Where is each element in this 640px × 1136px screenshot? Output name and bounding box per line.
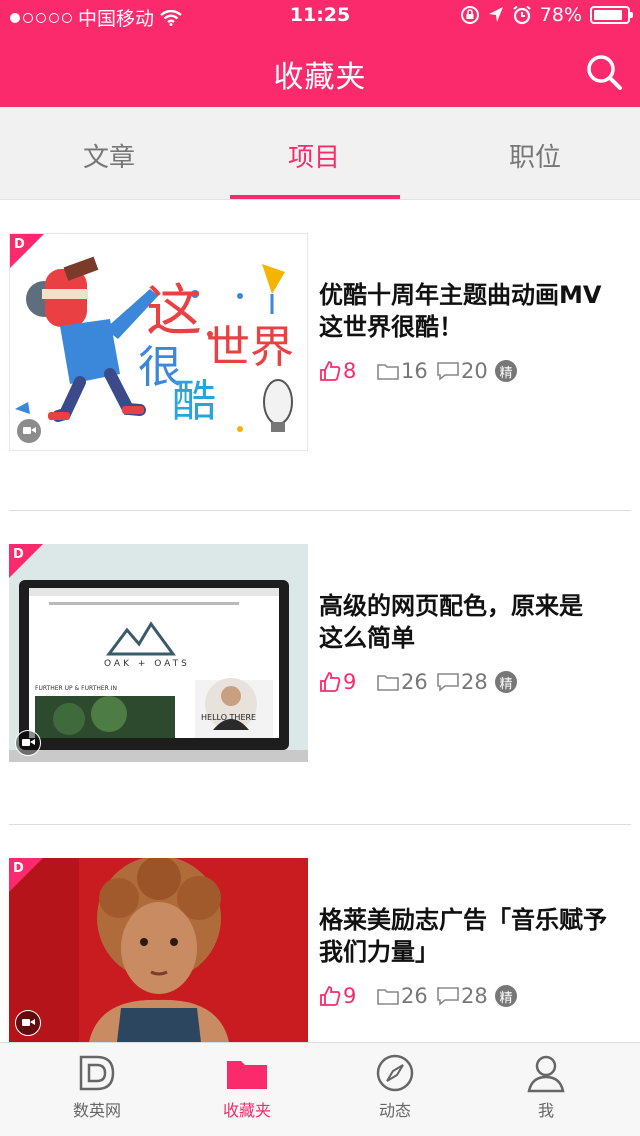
tab-projects[interactable]: 项目 [288,137,340,174]
item-title[interactable]: 格莱美励志广告「音乐赋予 我们力量」 [319,904,637,968]
item-stats: 8 16 20 精 [319,359,517,383]
nav-item-activity[interactable]: 动态 [335,1053,455,1121]
divider [9,510,631,511]
featured-badge: 精 [495,671,517,693]
tab-bar: 文章 项目 职位 [0,107,640,200]
folder-icon [377,364,399,380]
thumb-text: OAK + OATS [104,659,190,669]
comment-count: 28 [437,670,495,694]
item-thumbnail[interactable]: 这 世界 很 酷 D [9,233,308,451]
laptop-screenshot: OAK + OATS FURTHER UP & FURTHER IN HELLO… [9,544,308,762]
favorite-count: 26 [377,670,437,694]
page-title: 收藏夹 [273,60,367,95]
app-header: 中国移动 11:25 78% 收藏夹 [0,0,640,107]
video-icon [16,418,42,444]
featured-badge: 精 [495,985,517,1007]
battery-icon [590,6,633,24]
cartoon-illustration: 这 世界 很 酷 [15,256,294,432]
status-bar: 中国移动 11:25 78% [0,0,640,32]
thumb-text: 酷 [172,376,216,427]
like-count[interactable]: 8 [319,359,377,383]
compass-icon [376,1054,414,1092]
thumb-text: 这 [146,279,202,344]
active-tab-indicator [230,195,400,199]
alarm-icon [513,5,531,25]
comment-icon [437,362,459,381]
divider [9,824,631,825]
location-icon [488,7,503,22]
comment-icon [437,673,459,692]
thumbs-up-icon [320,672,341,692]
item-title[interactable]: 高级的网页配色，原来是 这么简单 [319,590,637,654]
d-logo-icon [79,1055,115,1091]
thumb-text: 世界 [206,322,294,373]
nav-item-favorites[interactable]: 收藏夹 [187,1053,307,1121]
video-icon [15,730,41,756]
favorite-count: 16 [377,359,437,383]
bottom-nav: 数英网 收藏夹 动态 我 [0,1042,640,1136]
thumb-text: FURTHER UP & FURTHER IN [35,685,117,692]
favorite-count: 26 [377,984,437,1008]
rotation-lock-icon [460,6,479,24]
folder-icon [227,1061,267,1089]
child-photo [9,858,308,1042]
folder-icon [377,989,399,1005]
d-logo-icon: D [14,237,25,252]
search-icon[interactable] [584,52,624,92]
d-logo-icon: D [13,861,24,876]
d-logo-icon: D [13,547,24,562]
comment-icon [437,987,459,1006]
battery-percent: 78% [539,4,582,26]
like-count[interactable]: 9 [319,984,377,1008]
featured-badge: 精 [495,360,517,382]
item-title[interactable]: 优酷十周年主题曲动画MV 这世界很酷！ [319,279,637,343]
video-icon [15,1010,41,1036]
thumb-text: HELLO THERE [201,713,256,722]
item-thumbnail[interactable]: D [9,858,308,1042]
thumbs-up-icon [320,986,341,1006]
like-count[interactable]: 9 [319,670,377,694]
tab-articles[interactable]: 文章 [83,137,135,174]
folder-icon [377,675,399,691]
comment-count: 20 [437,359,495,383]
tab-jobs[interactable]: 职位 [509,137,561,174]
user-icon [527,1055,565,1093]
comment-count: 28 [437,984,495,1008]
item-thumbnail[interactable]: OAK + OATS FURTHER UP & FURTHER IN HELLO… [9,544,308,762]
nav-item-me[interactable]: 我 [486,1053,606,1121]
list-item[interactable]: OAK + OATS FURTHER UP & FURTHER IN HELLO… [9,544,632,772]
item-stats: 9 26 28 精 [319,670,517,694]
thumbs-up-icon [320,361,341,381]
item-stats: 9 26 28 精 [319,984,517,1008]
list-item[interactable]: 这 世界 很 酷 D 优酷十周年主题曲动画MV 这世界很酷！ 8 16 20 精 [9,233,632,461]
nav-item-home[interactable]: 数英网 [37,1053,157,1121]
